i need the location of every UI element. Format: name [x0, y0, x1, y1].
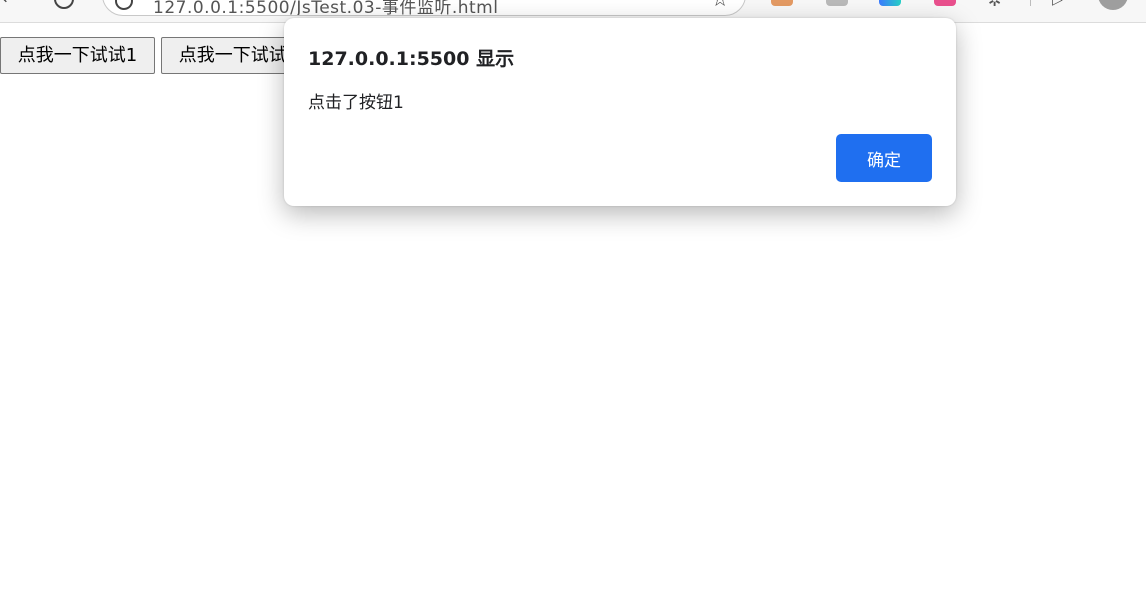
back-arrow-icon[interactable]: ←	[2, 0, 16, 7]
extension-icon-3[interactable]	[879, 0, 901, 6]
alert-dialog: 127.0.0.1:5500 显示 点击了按钮1 确定	[284, 18, 956, 206]
extension-icon-1[interactable]	[771, 0, 793, 6]
dialog-title: 127.0.0.1:5500 显示	[308, 48, 515, 70]
toolbar-divider	[1030, 0, 1031, 6]
profile-avatar[interactable]	[1098, 0, 1128, 10]
media-play-icon[interactable]: ▷	[1052, 0, 1063, 8]
site-info-icon[interactable]	[115, 0, 133, 10]
extension-icon-4[interactable]	[934, 0, 956, 6]
dialog-message: 点击了按钮1	[308, 93, 404, 113]
bookmark-star-icon[interactable]: ☆	[711, 0, 729, 11]
reload-icon[interactable]	[54, 0, 74, 9]
try-click-button-1[interactable]: 点我一下试试1	[0, 37, 155, 74]
extension-icon-2[interactable]	[826, 0, 848, 6]
url-text[interactable]: 127.0.0.1:5500/JsTest.03-事件监听.html	[153, 0, 498, 15]
address-bar[interactable]: 127.0.0.1:5500/JsTest.03-事件监听.html ☆	[102, 0, 746, 16]
ok-button[interactable]: 确定	[836, 134, 932, 182]
extensions-puzzle-icon[interactable]: ✲	[988, 0, 1001, 10]
